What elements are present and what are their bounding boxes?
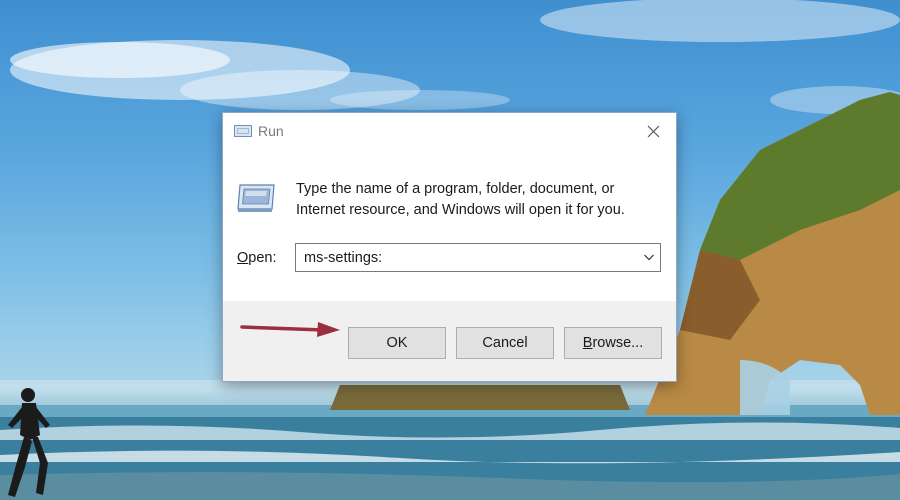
run-icon: [237, 184, 275, 212]
open-input[interactable]: [296, 244, 626, 271]
ok-button[interactable]: OK: [348, 327, 446, 359]
open-label-text: pen:: [248, 250, 277, 266]
title-bar[interactable]: Run: [223, 113, 676, 149]
desktop: Run Type the name of a program, folder, …: [0, 0, 900, 500]
browse-accesskey: B: [582, 335, 593, 351]
chevron-down-icon[interactable]: [642, 250, 656, 264]
run-icon: [234, 125, 252, 137]
arrow-right-icon: [240, 322, 340, 337]
dialog-title: Run: [258, 123, 284, 139]
close-button[interactable]: [630, 113, 676, 149]
dialog-description: Type the name of a program, folder, docu…: [296, 181, 625, 218]
run-dialog: Run Type the name of a program, folder, …: [222, 112, 677, 382]
runner-silhouette: [8, 388, 50, 497]
open-label-accesskey: O: [237, 250, 249, 266]
close-icon: [647, 125, 659, 137]
browse-label: rowse...: [592, 335, 644, 351]
open-combobox[interactable]: [295, 243, 661, 272]
cancel-button[interactable]: Cancel: [456, 327, 554, 359]
dialog-footer: OK Cancel Browse...: [223, 301, 676, 381]
open-label: Open:: [237, 250, 277, 266]
browse-button[interactable]: Browse...: [564, 327, 662, 359]
